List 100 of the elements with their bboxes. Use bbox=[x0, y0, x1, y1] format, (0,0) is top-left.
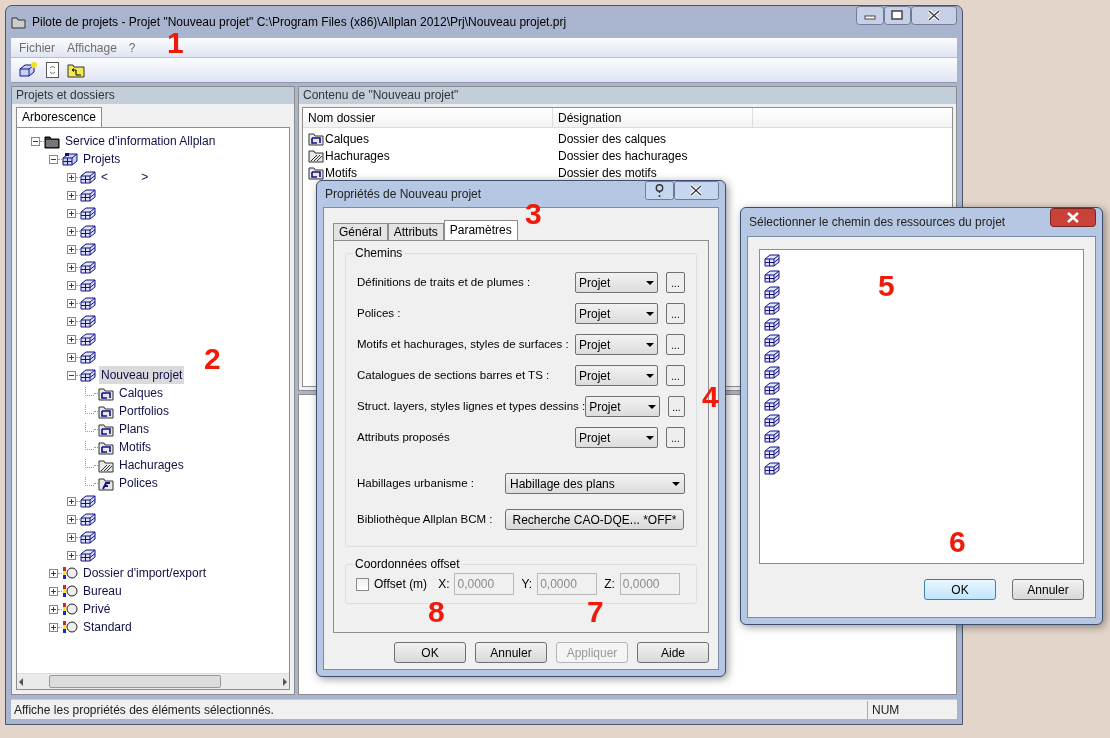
browse-button[interactable]: ... bbox=[667, 396, 685, 417]
box-stack-icon bbox=[80, 170, 96, 184]
scroll-right-icon[interactable] bbox=[281, 675, 289, 688]
box-stack-icon bbox=[764, 461, 780, 475]
tab[interactable]: Général bbox=[333, 223, 388, 240]
button[interactable]: OK bbox=[924, 579, 996, 600]
expand-icon[interactable] bbox=[67, 226, 76, 236]
hatched-folder-icon bbox=[308, 148, 324, 163]
dropdown[interactable]: Projet bbox=[575, 334, 658, 355]
callout-number: 6 bbox=[949, 525, 966, 559]
tab[interactable]: Paramètres bbox=[443, 220, 518, 240]
callout-number: 3 bbox=[525, 197, 542, 231]
caret-icon bbox=[646, 280, 654, 285]
box-stack-icon bbox=[80, 548, 96, 562]
expand-icon[interactable] bbox=[67, 190, 76, 200]
expand-icon[interactable] bbox=[67, 298, 76, 308]
browse-button[interactable]: ... bbox=[666, 303, 685, 324]
checkbox[interactable] bbox=[356, 577, 369, 591]
group-title: Chemins bbox=[353, 246, 405, 260]
callout-number: 7 bbox=[587, 595, 604, 629]
expand-icon[interactable] bbox=[67, 262, 76, 272]
folder-icon bbox=[11, 14, 26, 30]
box-stack-icon bbox=[764, 285, 780, 299]
expand-icon[interactable] bbox=[49, 586, 58, 596]
expand-icon[interactable] bbox=[67, 208, 76, 218]
tab[interactable]: Attributs bbox=[387, 223, 444, 240]
expand-icon[interactable] bbox=[67, 550, 76, 560]
group-title: Coordonnées offset bbox=[353, 557, 462, 571]
button[interactable]: Annuler bbox=[1012, 579, 1084, 600]
expand-icon[interactable] bbox=[67, 496, 76, 506]
expand-icon[interactable] bbox=[67, 316, 76, 326]
folder-icon bbox=[308, 165, 324, 180]
dropdown[interactable]: Projet bbox=[575, 427, 658, 448]
close-icon[interactable] bbox=[674, 181, 719, 200]
expand-icon[interactable] bbox=[67, 352, 76, 362]
menu-item[interactable]: ? bbox=[128, 38, 136, 57]
column-header[interactable]: Nom dossier bbox=[303, 108, 553, 127]
close-icon[interactable] bbox=[911, 6, 957, 25]
collapse-icon[interactable] bbox=[49, 154, 58, 164]
browse-button[interactable]: ... bbox=[666, 365, 685, 386]
browse-button[interactable]: ... bbox=[666, 272, 685, 293]
status-text: Affiche les propriétés des éléments sélectionnés. bbox=[13, 701, 275, 719]
dropdown[interactable]: Projet bbox=[585, 396, 660, 417]
tab[interactable]: Arborescence bbox=[16, 107, 103, 127]
button[interactable]: Recherche CAO-DQE... *OFF* bbox=[505, 509, 684, 530]
expand-icon[interactable] bbox=[67, 334, 76, 344]
expand-icon[interactable] bbox=[67, 514, 76, 524]
callout-number: 5 bbox=[878, 269, 895, 303]
box-stack-icon bbox=[80, 314, 96, 328]
expand-icon[interactable] bbox=[67, 172, 76, 182]
folder-icon bbox=[98, 403, 114, 419]
dropdown[interactable]: Projet bbox=[575, 365, 658, 386]
column-header[interactable]: Désignation bbox=[553, 108, 753, 127]
caret-icon bbox=[646, 342, 654, 347]
browse-button[interactable]: ... bbox=[666, 334, 685, 355]
new-project-icon[interactable] bbox=[19, 61, 38, 79]
folder-icon bbox=[98, 385, 114, 401]
maximize-icon[interactable] bbox=[884, 6, 911, 25]
box-stack-icon bbox=[80, 494, 96, 508]
collapse-icon[interactable] bbox=[31, 136, 40, 146]
tree-item[interactable]: Nouveau projet bbox=[99, 366, 185, 384]
expand-icon[interactable] bbox=[49, 568, 58, 578]
box-stack-icon bbox=[80, 224, 96, 238]
parent-folder-icon[interactable] bbox=[67, 61, 85, 79]
field-label: Catalogues de sections barres et TS : bbox=[357, 367, 551, 383]
menu-item[interactable]: Affichage bbox=[67, 38, 117, 57]
horizontal-scrollbar[interactable] bbox=[17, 673, 289, 689]
expand-icon[interactable] bbox=[49, 604, 58, 614]
button[interactable]: Annuler bbox=[475, 642, 547, 663]
collapse-icon[interactable] bbox=[67, 370, 76, 380]
box-stack-icon bbox=[80, 206, 96, 220]
dropdown[interactable]: Projet bbox=[575, 303, 658, 324]
table-cell[interactable]: Calques bbox=[325, 129, 370, 148]
callout-number: 8 bbox=[428, 595, 445, 629]
dropdown[interactable]: Habillage des plans bbox=[505, 473, 685, 494]
folder-icon bbox=[44, 133, 60, 149]
menu-item[interactable]: Fichier bbox=[19, 38, 55, 57]
table-cell[interactable]: Hachurages bbox=[325, 146, 390, 165]
help-icon[interactable] bbox=[645, 181, 674, 200]
browse-button[interactable]: ... bbox=[666, 427, 685, 448]
caret-icon bbox=[646, 435, 654, 440]
refresh-page-icon[interactable] bbox=[44, 61, 61, 79]
expand-icon[interactable] bbox=[67, 532, 76, 542]
table-cell[interactable]: Motifs bbox=[325, 163, 357, 182]
dialog-title: Propriétés de Nouveau projet bbox=[325, 186, 482, 203]
field-label: Habillages urbanisme : bbox=[357, 475, 475, 491]
expand-icon[interactable] bbox=[49, 622, 58, 632]
field-label: Attributs proposés bbox=[357, 429, 451, 445]
button[interactable]: OK bbox=[394, 642, 466, 663]
panel-title: Contenu de "Nouveau projet" bbox=[299, 87, 956, 104]
box-stack-icon bbox=[764, 445, 780, 459]
close-icon[interactable] bbox=[1050, 208, 1096, 227]
button[interactable]: Aide bbox=[637, 642, 709, 663]
font-folder-icon bbox=[98, 475, 114, 491]
expand-icon[interactable] bbox=[67, 280, 76, 290]
expand-icon[interactable] bbox=[67, 244, 76, 254]
table-cell-text: Dossier des motifs bbox=[557, 164, 657, 182]
minimize-icon[interactable] bbox=[856, 6, 884, 25]
dropdown[interactable]: Projet bbox=[575, 272, 658, 293]
checkbox-label[interactable]: Offset (m) bbox=[374, 575, 428, 593]
